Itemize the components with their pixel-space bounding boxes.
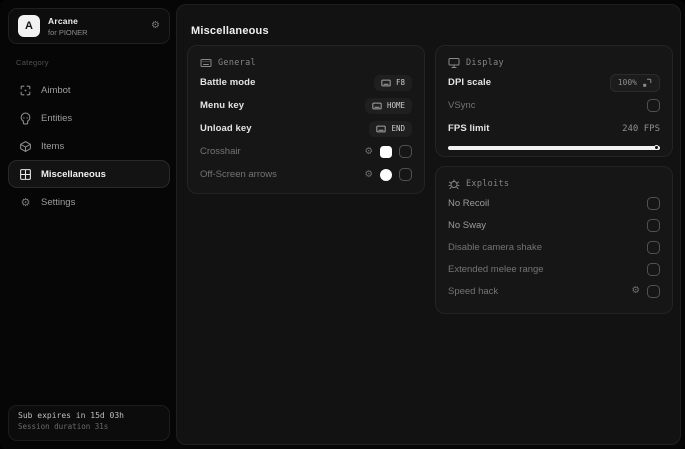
no-sway-label: No Sway xyxy=(448,219,487,231)
extended-melee-range-checkbox[interactable] xyxy=(647,262,660,276)
dpi-scale-row: DPI scale 100% xyxy=(448,71,660,94)
speed-hack-checkbox[interactable] xyxy=(647,284,660,298)
battle-mode-label: Battle mode xyxy=(200,77,256,88)
vsync-label: VSync xyxy=(448,100,476,111)
gear-icon[interactable]: ⚙ xyxy=(364,170,373,180)
bug-icon xyxy=(448,178,460,190)
extended-melee-range-label: Extended melee range xyxy=(448,263,544,275)
unload-key-row: Unload key END xyxy=(200,117,412,140)
dpi-scale-value: 100% xyxy=(617,78,637,87)
offscreen-arrows-label: Off-Screen arrows xyxy=(200,169,277,180)
keyboard-icon xyxy=(372,101,382,111)
crosshair-label: Crosshair xyxy=(200,146,241,157)
exploits-card-header: Exploits xyxy=(448,176,660,192)
sidebar-item-aimbot[interactable]: Aimbot xyxy=(8,76,170,104)
menu-key-label: Menu key xyxy=(200,100,245,111)
battle-mode-keybind[interactable]: F8 xyxy=(373,74,412,91)
keybind-value: F8 xyxy=(395,78,405,87)
app-window: A Arcane for PIONER ⚙ Category Aimbot En… xyxy=(0,0,685,449)
sidebar-item-label: Entities xyxy=(41,112,73,124)
unload-key-keybind[interactable]: END xyxy=(369,120,412,137)
disable-camera-shake-checkbox[interactable] xyxy=(647,240,660,254)
sidebar-item-label: Settings xyxy=(41,196,76,208)
vsync-row: VSync xyxy=(448,94,660,117)
dpi-scale-label: DPI scale xyxy=(448,77,492,88)
no-recoil-checkbox[interactable] xyxy=(647,196,660,210)
skull-icon xyxy=(19,112,32,125)
offscreen-arrows-row: Off-Screen arrows ⚙ xyxy=(200,163,412,186)
unload-key-label: Unload key xyxy=(200,123,252,134)
vsync-checkbox[interactable] xyxy=(647,99,660,112)
menu-key-row: Menu key HOME xyxy=(200,94,412,117)
sidebar-item-entities[interactable]: Entities xyxy=(8,104,170,132)
crosshair-row: Crosshair ⚙ xyxy=(200,140,412,163)
page-title: Miscellaneous xyxy=(191,25,269,37)
grid-icon xyxy=(19,168,32,181)
no-recoil-row: No Recoil xyxy=(448,192,660,214)
fps-limit-row: FPS limit 240 FPS xyxy=(448,117,660,140)
sidebar-nav: Aimbot Entities Items Miscellaneous ⚙ Se… xyxy=(8,76,170,216)
display-card-header: Display xyxy=(448,55,660,71)
offscreen-arrows-color-swatch[interactable] xyxy=(380,168,392,181)
speed-hack-label: Speed hack xyxy=(448,285,499,297)
slider-thumb[interactable] xyxy=(654,145,659,150)
sidebar-item-label: Miscellaneous xyxy=(41,168,106,180)
exploits-card-title: Exploits xyxy=(466,179,510,189)
keyboard-icon xyxy=(381,78,391,88)
sidebar: A Arcane for PIONER ⚙ Category Aimbot En… xyxy=(4,4,172,445)
fps-limit-label: FPS limit xyxy=(448,123,490,134)
brand-card: A Arcane for PIONER ⚙ xyxy=(8,8,170,44)
display-card-title: Display xyxy=(466,58,504,68)
subscription-card: Sub expires in 15d 03h Session duration … xyxy=(8,405,170,441)
main-panel: Miscellaneous General Battle mode F8 Men… xyxy=(176,4,681,445)
speed-hack-row: Speed hack ⚙ xyxy=(448,280,660,302)
fps-limit-slider[interactable] xyxy=(448,144,660,151)
battle-mode-row: Battle mode F8 xyxy=(200,71,412,94)
sidebar-item-label: Items xyxy=(41,140,65,152)
scaling-icon xyxy=(642,78,652,88)
brand-logo: A xyxy=(18,15,40,37)
general-card: General Battle mode F8 Menu key HOME Unl… xyxy=(187,45,425,194)
package-icon xyxy=(19,140,32,153)
keyboard-icon xyxy=(200,57,212,69)
category-label: Category xyxy=(16,58,49,67)
keybind-value: HOME xyxy=(386,101,405,110)
monitor-icon xyxy=(448,57,460,69)
general-card-title: General xyxy=(218,58,256,68)
gear-icon: ⚙ xyxy=(20,195,31,209)
menu-key-keybind[interactable]: HOME xyxy=(364,97,412,114)
sidebar-item-label: Aimbot xyxy=(41,84,71,96)
no-sway-row: No Sway xyxy=(448,214,660,236)
crosshair-checkbox[interactable] xyxy=(399,145,412,158)
sidebar-item-miscellaneous[interactable]: Miscellaneous xyxy=(8,160,170,188)
fps-limit-value: 240 FPS xyxy=(622,123,660,134)
crosshair-scan-icon xyxy=(19,84,32,97)
gear-icon[interactable]: ⚙ xyxy=(364,147,373,157)
brand-subtitle: for PIONER xyxy=(48,27,88,37)
brand-name: Arcane xyxy=(48,15,79,26)
extended-melee-range-row: Extended melee range xyxy=(448,258,660,280)
brand-text: Arcane for PIONER xyxy=(48,16,88,37)
gear-icon[interactable]: ⚙ xyxy=(151,21,160,31)
sidebar-item-settings[interactable]: ⚙ Settings xyxy=(8,188,170,216)
crosshair-color-swatch[interactable] xyxy=(380,145,392,158)
sub-expiry-text: Sub expires in 15d 03h xyxy=(18,411,124,420)
session-duration-text: Session duration 31s xyxy=(18,422,109,431)
disable-camera-shake-row: Disable camera shake xyxy=(448,236,660,258)
slider-track[interactable] xyxy=(448,145,660,150)
no-sway-checkbox[interactable] xyxy=(647,218,660,232)
no-recoil-label: No Recoil xyxy=(448,197,490,209)
gear-icon[interactable]: ⚙ xyxy=(631,286,640,296)
exploits-card: Exploits No Recoil No Sway Disable camer… xyxy=(435,166,673,314)
disable-camera-shake-label: Disable camera shake xyxy=(448,241,542,253)
general-card-header: General xyxy=(200,55,412,71)
dpi-scale-value-badge[interactable]: 100% xyxy=(609,73,660,92)
display-card: Display DPI scale 100% VSync FPS limit 2… xyxy=(435,45,673,157)
keybind-value: END xyxy=(391,124,405,133)
sidebar-item-items[interactable]: Items xyxy=(8,132,170,160)
keyboard-icon xyxy=(376,124,387,134)
offscreen-arrows-checkbox[interactable] xyxy=(399,168,412,181)
